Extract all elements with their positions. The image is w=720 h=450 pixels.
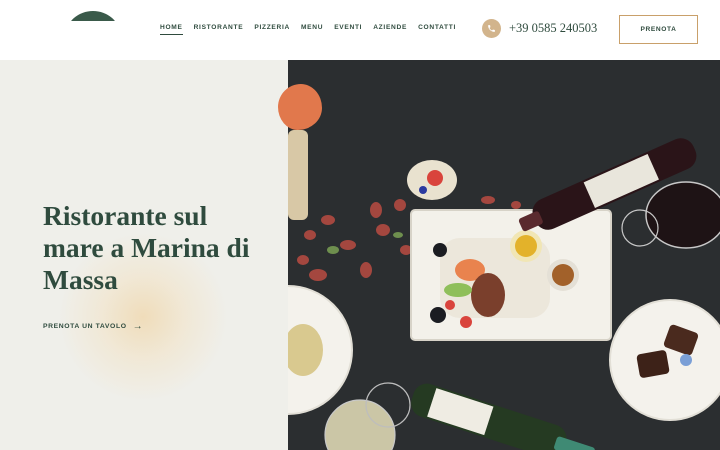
- site-header: HOME RISTORANTE PIZZERIA MENU EVENTI AZI…: [0, 0, 720, 60]
- hero-food-photo: [288, 60, 720, 450]
- phone-contact[interactable]: +39 0585 240503: [482, 19, 597, 38]
- hero-panel: Ristorante sul mare a Marina di Massa PR…: [0, 60, 288, 450]
- nav-item-aziende[interactable]: AZIENDE: [373, 24, 407, 35]
- phone-number: +39 0585 240503: [509, 21, 598, 35]
- nav-item-pizzeria[interactable]: PIZZERIA: [254, 24, 290, 35]
- nav-item-menu[interactable]: MENU: [301, 24, 323, 35]
- main-nav: HOME RISTORANTE PIZZERIA MENU EVENTI AZI…: [160, 24, 467, 35]
- nav-item-ristorante[interactable]: RISTORANTE: [194, 24, 244, 35]
- logo[interactable]: [66, 11, 120, 21]
- nav-item-home[interactable]: HOME: [160, 24, 183, 35]
- book-table-label: PRENOTA UN TAVOLO: [43, 323, 127, 330]
- nav-item-eventi[interactable]: EVENTI: [334, 24, 362, 35]
- nav-item-contatti[interactable]: CONTATTI: [418, 24, 456, 35]
- prenota-button[interactable]: PRENOTA: [619, 15, 698, 44]
- phone-icon: [482, 19, 501, 38]
- hero-title: Ristorante sul mare a Marina di Massa: [43, 200, 250, 295]
- book-table-link[interactable]: PRENOTA UN TAVOLO →: [43, 321, 143, 332]
- arrow-right-icon: →: [132, 321, 144, 332]
